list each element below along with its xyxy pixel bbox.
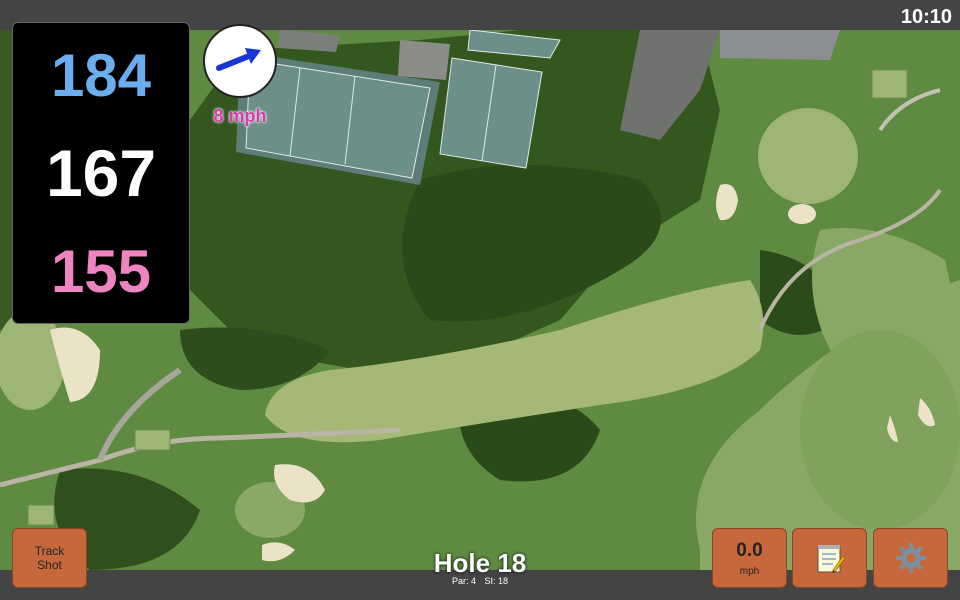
track-shot-button[interactable]: Track Shot [12,528,87,588]
notes-button[interactable] [792,528,867,588]
track-shot-label-line2: Shot [37,558,62,572]
front-yardage: 155 [50,238,152,305]
hole-info: Par: 4 SI: 18 [380,576,580,586]
arrow-icon [216,48,261,71]
middle-yardage: 167 [45,136,157,210]
hole-title: Hole 18 [433,548,527,578]
yardage-panel: 184 167 155 [12,22,190,324]
track-shot-label-line1: Track [34,544,65,558]
clock: 10:10 [900,6,952,28]
par-label: Par: 4 [451,576,476,586]
back-yardage: 184 [50,42,152,109]
speed-unit: mph [739,565,760,577]
speed-value: 0.0 [736,539,763,561]
stroke-index-label: SI: 18 [484,576,509,586]
speed-button[interactable]: 0.0 mph [712,528,787,588]
gear-icon [895,543,926,573]
notepad-icon [817,545,845,573]
wind-speed-label: 8 mph [213,106,267,126]
settings-button[interactable] [873,528,948,588]
wind-direction-indicator [203,24,277,98]
